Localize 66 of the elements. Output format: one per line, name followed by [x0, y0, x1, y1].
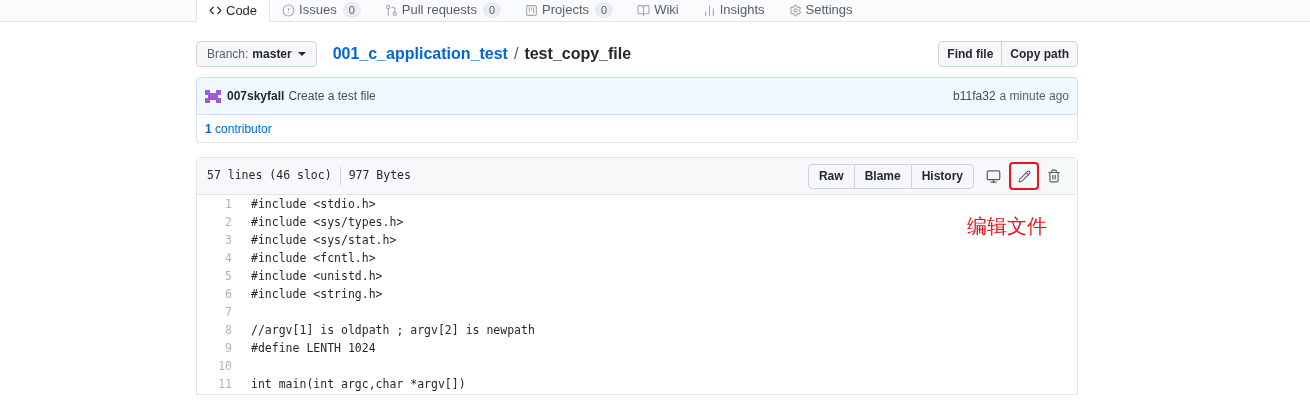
file-name: test_copy_file [524, 44, 632, 64]
trash-icon[interactable] [1047, 169, 1061, 183]
book-icon [637, 3, 651, 17]
branch-select[interactable]: Branch: master [196, 41, 317, 67]
code-line: //argv[1] is oldpath ; argv[2] is newpath [251, 322, 535, 340]
code-line: #include <stdio.h> [251, 196, 376, 214]
code-line: #include <unistd.h> [251, 268, 383, 286]
repo-link[interactable]: 001_c_application_test [332, 42, 508, 66]
tab-label: Wiki [654, 1, 679, 20]
count-badge: 0 [595, 2, 614, 18]
repo-tab[interactable]: Wiki [625, 0, 691, 21]
path-separator: / [513, 44, 519, 64]
line-count: 57 lines (46 sloc) [207, 167, 332, 185]
gear-icon [788, 3, 802, 17]
contributors-link[interactable]: 1 contributor [205, 119, 272, 138]
view-button[interactable]: Blame [853, 163, 912, 189]
commit-time: a minute ago [999, 88, 1069, 105]
board-icon [525, 3, 539, 17]
tab-label: Projects [542, 1, 590, 20]
commit-sha[interactable]: b11fa32 [953, 87, 996, 105]
pull-request-icon [384, 3, 398, 17]
line-number: 2 [224, 214, 233, 232]
annotation-text: 编辑文件 [967, 214, 1047, 239]
count-badge: 0 [482, 2, 502, 18]
line-number: 4 [224, 250, 233, 268]
file-action-button[interactable]: Find file [938, 41, 1003, 67]
code-line: #define LENTH 1024 [251, 340, 376, 358]
line-number: 3 [224, 232, 233, 250]
count-badge: 0 [342, 2, 361, 18]
commit-author[interactable]: 007skyfall [227, 87, 285, 105]
line-number: 7 [224, 304, 233, 322]
alert-icon [282, 3, 296, 17]
line-number: 9 [224, 340, 233, 358]
tab-label: Settings [805, 1, 853, 20]
repo-tab[interactable]: Issues 0 [270, 0, 373, 21]
view-button[interactable]: Raw [807, 163, 855, 189]
repo-tab[interactable]: Pull requests 0 [372, 0, 514, 21]
commit-message: Create a test file [288, 88, 376, 105]
desktop-icon[interactable] [986, 168, 1001, 184]
tab-label: Code [226, 1, 258, 20]
file-action-button[interactable]: Copy path [1001, 41, 1078, 67]
tab-label: Pull requests [401, 1, 477, 20]
code-line: #include <string.h> [251, 286, 383, 304]
repo-tab[interactable]: Projects 0 [513, 0, 626, 21]
code-line: int main(int argc,char *argv[]) [251, 376, 466, 394]
code-line: #include <sys/types.h> [251, 214, 404, 232]
line-number: 8 [224, 322, 233, 340]
file-size: 977 Bytes [348, 167, 411, 185]
code-line: #include <sys/stat.h> [251, 232, 397, 250]
caret-icon [297, 52, 306, 56]
code-icon [209, 4, 222, 17]
tab-label: Insights [719, 1, 765, 20]
repo-tab[interactable]: Insights [690, 0, 777, 21]
line-number: 6 [224, 286, 233, 304]
code-line: #include <fcntl.h> [251, 250, 376, 268]
bar-chart-icon [702, 3, 716, 17]
tab-label: Issues [299, 1, 337, 20]
line-number: 1 [224, 196, 233, 214]
line-number: 10 [217, 358, 233, 376]
line-number: 5 [224, 268, 233, 286]
avatar-icon [205, 88, 221, 104]
view-button[interactable]: History [910, 163, 974, 189]
repo-tab[interactable]: Settings [776, 0, 865, 21]
line-number: 11 [217, 376, 233, 394]
edit-icon[interactable] [1017, 169, 1031, 183]
repo-tab[interactable]: Code [196, 0, 271, 22]
